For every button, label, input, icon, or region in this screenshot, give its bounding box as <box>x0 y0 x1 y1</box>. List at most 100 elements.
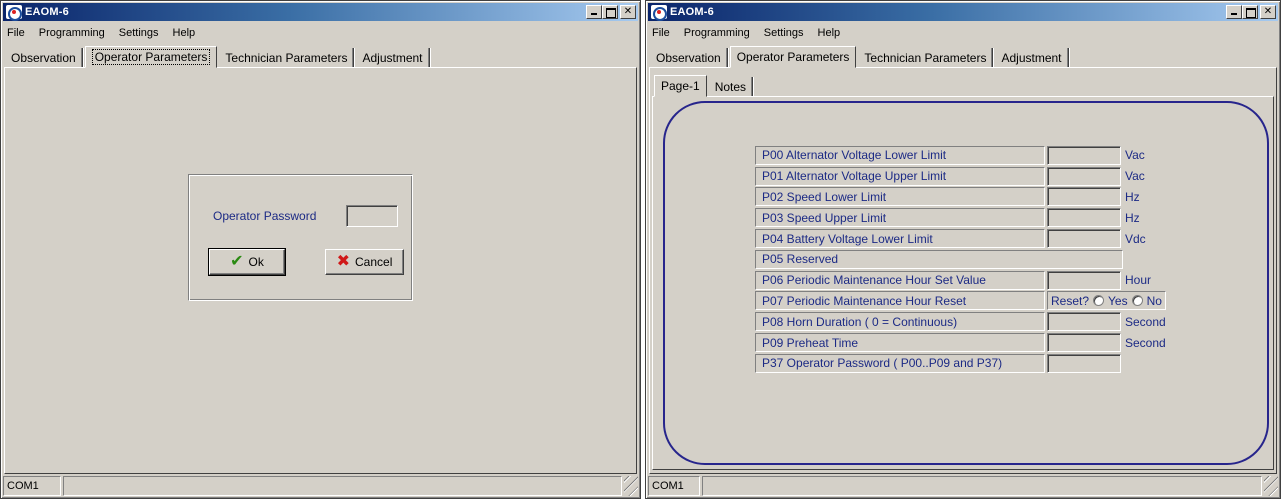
param-label: P37 Operator Password ( P00..P09 and P37… <box>755 353 1045 373</box>
password-label: Operator Password <box>213 209 317 223</box>
param-unit: Vac <box>1125 169 1145 184</box>
parameter-table: P00 Alternator Voltage Lower Limit Vac P… <box>755 145 1175 374</box>
status-port: COM1 <box>3 476 61 496</box>
param-value-input[interactable] <box>1047 208 1121 228</box>
app-icon[interactable] <box>6 5 22 21</box>
param-unit: Second <box>1125 314 1166 329</box>
minimize-button[interactable] <box>586 5 602 19</box>
yes-label[interactable]: Yes <box>1108 294 1128 308</box>
menu-file[interactable]: File <box>650 27 672 39</box>
param-label: P06 Periodic Maintenance Hour Set Value <box>755 270 1045 290</box>
maximize-button[interactable] <box>602 5 618 19</box>
param-row-p04: P04 Battery Voltage Lower Limit Vdc <box>755 228 1175 249</box>
param-label: P08 Horn Duration ( 0 = Continuous) <box>755 312 1045 332</box>
param-value-input[interactable] <box>1047 145 1121 165</box>
param-unit: Hz <box>1125 210 1140 225</box>
x-icon: ✖ <box>336 253 351 270</box>
tab-adjustment[interactable]: Adjustment <box>356 48 430 68</box>
param-unit: Vdc <box>1125 231 1146 246</box>
param-unit: Vac <box>1125 148 1145 163</box>
param-row-p07: P07 Periodic Maintenance Hour Reset Rese… <box>755 291 1175 312</box>
reset-prompt: Reset? <box>1051 293 1090 308</box>
menu-bar: File Programming Settings Help <box>5 24 197 42</box>
tab-observation[interactable]: Observation <box>5 48 83 68</box>
tab-observation[interactable]: Observation <box>650 48 728 68</box>
ok-button[interactable]: ✔ Ok <box>208 248 286 276</box>
param-row-p06: P06 Periodic Maintenance Hour Set Value … <box>755 270 1175 291</box>
param-row-p03: P03 Speed Upper Limit Hz <box>755 207 1175 228</box>
menu-bar: File Programming Settings Help <box>650 24 842 42</box>
tab-operator-parameters[interactable]: Operator Parameters <box>729 46 857 68</box>
param-unit: Hz <box>1125 189 1140 204</box>
status-bar: COM1 <box>648 476 1278 496</box>
close-button[interactable]: ✕ <box>620 5 636 19</box>
password-input[interactable] <box>346 205 398 227</box>
tab-label: Operator Parameters <box>91 49 211 65</box>
param-value-input[interactable] <box>1047 353 1121 373</box>
sub-tabs: Page-1 Notes <box>654 75 755 97</box>
size-grip-icon[interactable] <box>624 476 638 496</box>
param-value-input[interactable] <box>1047 166 1121 186</box>
param-label: P02 Speed Lower Limit <box>755 187 1045 207</box>
menu-settings[interactable]: Settings <box>762 27 806 39</box>
menu-help[interactable]: Help <box>171 27 198 39</box>
param-unit: Second <box>1125 335 1166 350</box>
main-tabs: Observation Operator Parameters Technici… <box>5 46 432 68</box>
ok-label: Ok <box>248 255 264 269</box>
status-bar: COM1 <box>3 476 638 496</box>
maximize-button[interactable] <box>1242 5 1258 19</box>
param-row-p37: P37 Operator Password ( P00..P09 and P37… <box>755 353 1175 374</box>
subtab-panel: P00 Alternator Voltage Lower Limit Vac P… <box>652 96 1274 470</box>
menu-help[interactable]: Help <box>816 27 843 39</box>
app-icon[interactable] <box>651 5 667 21</box>
param-value-input[interactable] <box>1047 333 1121 353</box>
right-window: EAOM-6 ✕ File Programming Settings Help … <box>645 0 1281 499</box>
checkmark-icon: ✔ <box>230 253 244 270</box>
subtab-notes[interactable]: Notes <box>709 77 754 97</box>
status-port: COM1 <box>648 476 700 496</box>
tab-operator-parameters[interactable]: Operator Parameters <box>84 46 218 68</box>
param-label: P04 Battery Voltage Lower Limit <box>755 229 1045 249</box>
param-value-input[interactable] <box>1047 312 1121 332</box>
size-grip-icon[interactable] <box>1264 476 1278 496</box>
window-title: EAOM-6 <box>25 6 69 18</box>
param-label: P01 Alternator Voltage Upper Limit <box>755 166 1045 186</box>
no-label[interactable]: No <box>1147 294 1162 308</box>
param-row-p01: P01 Alternator Voltage Upper Limit Vac <box>755 166 1175 187</box>
param-row-p08: P08 Horn Duration ( 0 = Continuous) Seco… <box>755 311 1175 332</box>
param-label: P03 Speed Upper Limit <box>755 208 1045 228</box>
tab-technician-parameters[interactable]: Technician Parameters <box>219 48 355 68</box>
subtab-page-1[interactable]: Page-1 <box>654 75 707 97</box>
window-title: EAOM-6 <box>670 6 714 18</box>
param-label: P05 Reserved <box>755 249 1123 269</box>
cancel-label: Cancel <box>355 255 393 269</box>
param-value-input[interactable] <box>1047 187 1121 207</box>
title-bar[interactable]: EAOM-6 ✕ <box>648 3 1278 21</box>
close-icon: ✕ <box>1263 6 1273 17</box>
param-row-p05: P05 Reserved <box>755 249 1175 270</box>
param-row-p02: P02 Speed Lower Limit Hz <box>755 187 1175 208</box>
menu-file[interactable]: File <box>5 27 27 39</box>
param-row-p00: P00 Alternator Voltage Lower Limit Vac <box>755 145 1175 166</box>
no-radio[interactable] <box>1131 295 1143 307</box>
minimize-button[interactable] <box>1226 5 1242 19</box>
param-value-input[interactable] <box>1047 229 1121 249</box>
close-button[interactable]: ✕ <box>1260 5 1276 19</box>
tab-technician-parameters[interactable]: Technician Parameters <box>858 48 994 68</box>
tab-panel: Operator Password ✔ Ok ✖ Cancel <box>4 67 637 474</box>
cancel-button[interactable]: ✖ Cancel <box>325 249 404 275</box>
param-value-input[interactable] <box>1047 270 1121 290</box>
param-label: P00 Alternator Voltage Lower Limit <box>755 145 1045 165</box>
param-unit: Hour <box>1125 273 1152 288</box>
yes-radio[interactable] <box>1093 295 1105 307</box>
param-row-p09: P09 Preheat Time Second <box>755 332 1175 353</box>
status-message <box>702 476 1262 496</box>
close-icon: ✕ <box>623 6 633 17</box>
tab-adjustment[interactable]: Adjustment <box>995 48 1069 68</box>
password-dialog: Operator Password ✔ Ok ✖ Cancel <box>188 174 413 301</box>
left-window: EAOM-6 ✕ File Programming Settings Help … <box>0 0 641 499</box>
menu-programming[interactable]: Programming <box>37 27 107 39</box>
menu-settings[interactable]: Settings <box>117 27 161 39</box>
title-bar[interactable]: EAOM-6 ✕ <box>3 3 638 21</box>
menu-programming[interactable]: Programming <box>682 27 752 39</box>
